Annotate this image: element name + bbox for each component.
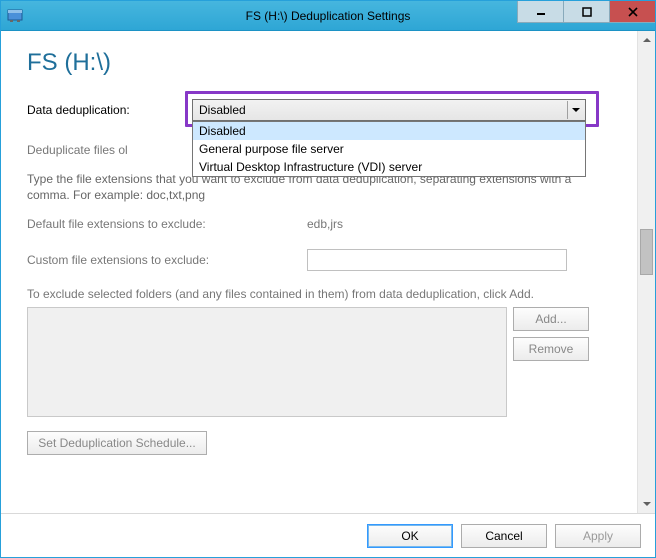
scroll-up-button[interactable] bbox=[638, 31, 655, 49]
dedup-option-vdi[interactable]: Virtual Desktop Infrastructure (VDI) ser… bbox=[193, 158, 585, 176]
page-heading: FS (H:\) bbox=[27, 49, 627, 77]
custom-ext-row: Custom file extensions to exclude: bbox=[27, 249, 627, 271]
dedup-combobox[interactable]: Disabled Disabled General purpose file s… bbox=[192, 99, 586, 121]
scroll-track[interactable] bbox=[638, 49, 655, 495]
exclude-panel: Add... Remove bbox=[27, 307, 627, 417]
ok-button[interactable]: OK bbox=[367, 524, 453, 548]
exclude-folders-caption: To exclude selected folders (and any fil… bbox=[27, 287, 627, 301]
dedup-option-disabled[interactable]: Disabled bbox=[193, 122, 585, 140]
vertical-scrollbar[interactable] bbox=[637, 31, 655, 513]
close-button[interactable] bbox=[609, 1, 655, 23]
custom-ext-input[interactable] bbox=[307, 249, 567, 271]
dedup-row: Data deduplication: Disabled Disabled Ge… bbox=[27, 99, 627, 121]
maximize-button[interactable] bbox=[563, 1, 609, 23]
older-than-label-partial: Deduplicate files ol bbox=[27, 143, 128, 157]
dedup-dropdown-list: Disabled General purpose file server Vir… bbox=[192, 121, 586, 177]
minimize-button[interactable] bbox=[517, 1, 563, 23]
dialog-footer: OK Cancel Apply bbox=[1, 513, 655, 557]
default-ext-row: Default file extensions to exclude: edb,… bbox=[27, 217, 627, 231]
dialog-window: FS (H:\) Deduplication Settings FS (H:\)… bbox=[0, 0, 656, 558]
window-buttons bbox=[517, 1, 655, 23]
exclude-folders-listbox[interactable] bbox=[27, 307, 507, 417]
default-ext-value: edb,jrs bbox=[307, 217, 343, 231]
apply-button[interactable]: Apply bbox=[555, 524, 641, 548]
dedup-combobox-control[interactable]: Disabled bbox=[192, 99, 586, 121]
content-pane: FS (H:\) Data deduplication: Disabled Di… bbox=[1, 31, 637, 513]
scroll-down-button[interactable] bbox=[638, 495, 655, 513]
custom-ext-label: Custom file extensions to exclude: bbox=[27, 253, 257, 267]
scroll-thumb[interactable] bbox=[640, 229, 653, 275]
titlebar[interactable]: FS (H:\) Deduplication Settings bbox=[1, 1, 655, 31]
add-button[interactable]: Add... bbox=[513, 307, 589, 331]
default-ext-label: Default file extensions to exclude: bbox=[27, 217, 257, 231]
app-icon bbox=[7, 8, 23, 24]
remove-button[interactable]: Remove bbox=[513, 337, 589, 361]
dedup-label: Data deduplication: bbox=[27, 103, 162, 117]
cancel-button[interactable]: Cancel bbox=[461, 524, 547, 548]
dedup-option-general[interactable]: General purpose file server bbox=[193, 140, 585, 158]
client-area: FS (H:\) Data deduplication: Disabled Di… bbox=[1, 31, 655, 513]
dedup-selected-value: Disabled bbox=[199, 103, 246, 117]
chevron-down-icon[interactable] bbox=[567, 101, 583, 119]
set-schedule-button[interactable]: Set Deduplication Schedule... bbox=[27, 431, 207, 455]
